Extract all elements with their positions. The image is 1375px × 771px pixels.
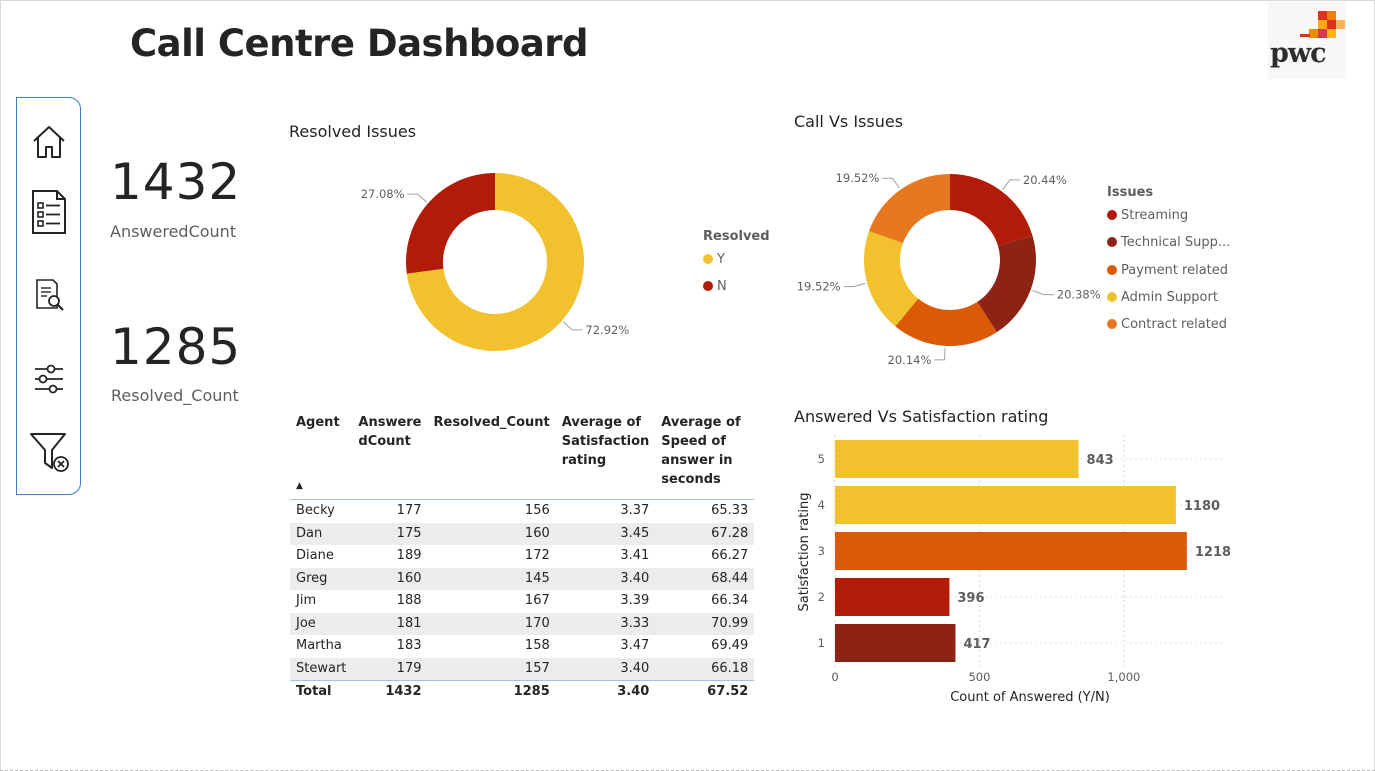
issues-slice-streaming[interactable]	[950, 174, 1033, 246]
issues-leader-contract-related	[882, 177, 900, 189]
pwc-logo-text: pwc	[1270, 38, 1327, 69]
col-header-avg-satisfaction[interactable]: Average of Satisfaction rating	[555, 410, 656, 500]
col-header-avg-speed[interactable]: Average of Speed of answer in seconds	[655, 410, 755, 500]
resolved-legend-title: Resolved	[703, 229, 770, 244]
col-header-answered-count[interactable]: Answere dCount	[352, 410, 428, 500]
issues-leader-streaming	[1002, 179, 1020, 190]
y-tick-label: 4	[818, 498, 825, 512]
legend-item-y[interactable]: Y	[703, 252, 725, 267]
issues-leader-technical-support	[1032, 290, 1054, 296]
y-axis-title: Satisfaction rating	[797, 493, 812, 612]
clear-filter-icon[interactable]	[27, 430, 71, 474]
bar-rating-3[interactable]	[835, 532, 1187, 570]
table-row[interactable]: Diane 189 172 3.41 66.27	[290, 545, 754, 568]
answered-vs-satisfaction-title: Answered Vs Satisfaction rating	[794, 407, 1049, 426]
issues-legend-title: Issues	[1107, 185, 1154, 200]
sliders-icon[interactable]	[27, 356, 71, 400]
legend-item-contract-related[interactable]: Contract related	[1107, 317, 1227, 332]
bar-rating-5[interactable]	[835, 440, 1079, 478]
issues-data-label-streaming: 20.44%	[1023, 173, 1067, 187]
bar-data-label: 843	[1087, 453, 1114, 468]
resolved-issues-title: Resolved Issues	[289, 122, 417, 141]
answered-count-value: 1432	[110, 153, 242, 211]
legend-item-n[interactable]: N	[703, 279, 727, 294]
table-row[interactable]: Martha 183 158 3.47 69.49	[290, 635, 754, 658]
y-tick-label: 5	[818, 452, 825, 466]
table-header-row: Agent ▲ Answere dCount Resolved_Count Aver…	[290, 410, 755, 500]
resolved-count-value: 1285	[110, 318, 242, 376]
answered-count-label: AnsweredCount	[110, 222, 237, 241]
table-total-row: Total 1432 1285 3.40 67.52	[290, 680, 755, 704]
bar-data-label: 1180	[1184, 499, 1220, 514]
navigation-panel	[16, 97, 81, 495]
legend-item-technical-support[interactable]: Technical Supp...	[1107, 235, 1230, 250]
col-header-agent[interactable]: Agent ▲	[290, 410, 353, 500]
legend-item-admin-support[interactable]: Admin Support	[1107, 290, 1218, 305]
call-vs-issues-donut: 20.44% 20.38% 20.14% 19.52% 19.52%	[797, 171, 1101, 367]
bar-data-label: 1218	[1195, 545, 1231, 560]
y-tick-label: 1	[818, 636, 825, 650]
resolved-leader-y	[563, 321, 583, 331]
bar-data-label: 417	[963, 637, 990, 652]
resolved-data-label-y: 72.92%	[585, 323, 629, 337]
issues-slice-contract-related[interactable]	[869, 174, 950, 244]
resolved-issues-donut: 72.92% 27.08%	[361, 173, 629, 351]
agent-table: Agent ▲ Answere dCount Resolved_Count Aver…	[290, 410, 755, 704]
issues-leader-admin-support	[843, 282, 866, 288]
resolved-count-label: Resolved_Count	[111, 386, 239, 405]
y-tick-label: 3	[818, 544, 825, 558]
bar-rating-4[interactable]	[835, 486, 1176, 524]
table-row[interactable]: Dan 175 160 3.45 67.28	[290, 522, 755, 545]
col-header-resolved-count[interactable]: Resolved_Count	[427, 410, 556, 500]
table-row[interactable]: Stewart 179 157 3.40 66.18	[290, 657, 755, 681]
legend-item-streaming[interactable]: Streaming	[1107, 208, 1188, 223]
legend-item-payment-related[interactable]: Payment related	[1107, 263, 1228, 278]
page-title: Call Centre Dashboard	[130, 22, 589, 65]
call-vs-issues-title: Call Vs Issues	[794, 112, 904, 131]
table-row[interactable]: Joe 181 170 3.33 70.99	[290, 612, 755, 635]
issues-data-label-technical-support: 20.38%	[1057, 288, 1101, 302]
home-icon[interactable]	[27, 120, 71, 164]
sort-ascending-icon[interactable]: ▲	[296, 477, 346, 496]
table-row[interactable]: Greg 160 145 3.40 68.44	[290, 567, 755, 590]
y-tick-label: 2	[818, 590, 825, 604]
resolved-data-label-n: 27.08%	[361, 187, 405, 201]
issues-data-label-contract-related: 19.52%	[836, 171, 880, 185]
issues-data-label-payment-related: 20.14%	[888, 353, 932, 367]
x-tick-label: 1,000	[1107, 670, 1140, 684]
document-search-icon[interactable]	[27, 274, 71, 318]
resolved-leader-n	[407, 193, 427, 203]
answered-vs-satisfaction-bar-chart: 0 500 1,000 5 843 4 1180 3 1218 2 396 1 417 Count of …	[797, 435, 1231, 705]
table-row[interactable]: Becky 177 156 3.37 65.33	[290, 500, 754, 523]
x-tick-label: 500	[968, 670, 990, 684]
resolved-slice-n[interactable]	[406, 173, 495, 274]
checklist-report-icon[interactable]	[27, 188, 71, 234]
issues-leader-payment-related	[934, 347, 946, 361]
bar-data-label: 396	[957, 591, 984, 606]
bar-rating-2[interactable]	[835, 578, 950, 616]
x-tick-label: 0	[831, 670, 838, 684]
issues-data-label-admin-support: 19.52%	[797, 280, 841, 294]
x-axis-title: Count of Answered (Y/N)	[950, 690, 1110, 705]
table-row[interactable]: Jim 188 167 3.39 66.34	[290, 590, 754, 613]
bar-rating-1[interactable]	[835, 624, 956, 662]
